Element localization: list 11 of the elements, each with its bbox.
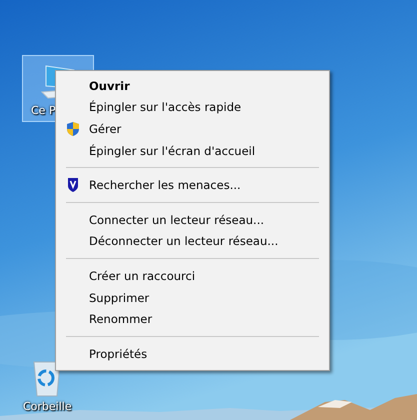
menu-item[interactable]: Rechercher les menaces... [58,174,327,196]
menu-item[interactable]: Créer un raccourci [58,265,327,287]
menu-item[interactable]: Supprimer [58,286,327,308]
menu-item[interactable]: Déconnecter un lecteur réseau... [58,230,327,252]
desktop-icon-label: Ce P [31,104,56,117]
shield-icon [65,121,81,138]
menu-item[interactable]: Renommer [58,308,327,330]
shield-icon [65,177,81,194]
menu-item[interactable]: Épingler sur l'écran d'accueil [58,140,327,162]
desktop-icon-label: Corbeille [23,400,72,413]
menu-item[interactable]: Connecter un lecteur réseau... [58,208,327,231]
